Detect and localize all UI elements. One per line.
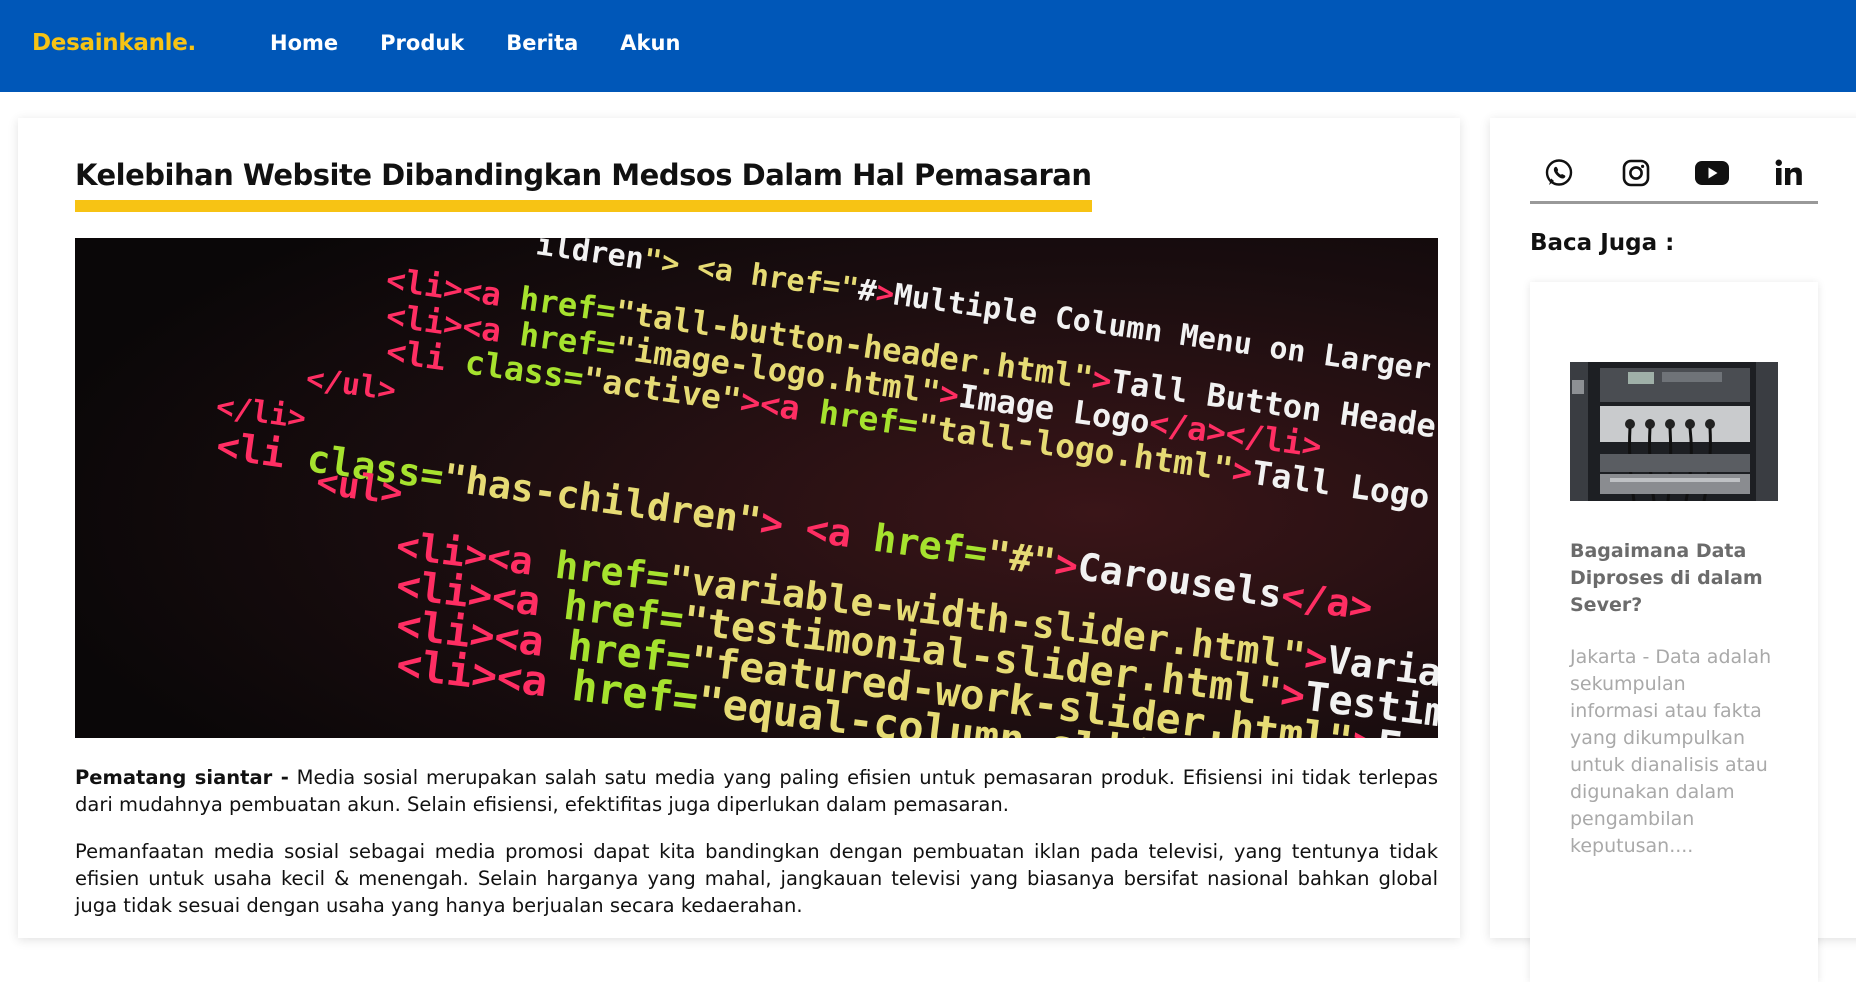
nav-akun[interactable]: Akun: [620, 31, 680, 55]
sidebar: Baca Juga : Bagaimana Data Diproses di d…: [1490, 118, 1856, 982]
related-article-thumbnail[interactable]: [1570, 362, 1778, 501]
nav-home[interactable]: Home: [270, 31, 338, 55]
paragraph-1: Pematang siantar - Media sosial merupaka…: [75, 764, 1438, 818]
code-screen-image: ildren"> <a href="#>Multiple Column Menu…: [75, 238, 1438, 738]
dateline: Pematang siantar -: [75, 766, 289, 789]
related-article-card[interactable]: Bagaimana Data Diproses di dalam Sever? …: [1530, 282, 1818, 982]
whatsapp-icon[interactable]: [1542, 156, 1576, 190]
linkedin-icon[interactable]: [1772, 156, 1806, 190]
article-body: Pematang siantar - Media sosial merupaka…: [75, 764, 1438, 939]
nav-menu: Home Produk Berita Akun: [270, 31, 722, 55]
article-title: Kelebihan Website Dibandingkan Medsos Da…: [75, 158, 1092, 212]
brand-logo[interactable]: Desainkanle.: [32, 30, 196, 56]
related-heading: Baca Juga :: [1530, 230, 1675, 256]
nav-berita[interactable]: Berita: [506, 31, 578, 55]
nav-produk[interactable]: Produk: [380, 31, 464, 55]
instagram-icon[interactable]: [1619, 156, 1653, 190]
youtube-icon[interactable]: [1695, 156, 1730, 190]
article-card: Kelebihan Website Dibandingkan Medsos Da…: [18, 118, 1460, 938]
top-navbar: Desainkanle. Home Produk Berita Akun: [0, 0, 1856, 92]
social-links: [1530, 156, 1818, 204]
paragraph-2: Pemanfaatan media sosial sebagai media p…: [75, 840, 1438, 917]
related-article-title[interactable]: Bagaimana Data Diproses di dalam Sever?: [1570, 538, 1778, 619]
related-article-excerpt: Jakarta - Data adalah sekumpulan informa…: [1570, 646, 1772, 857]
article-hero-image: ildren"> <a href="#>Multiple Column Menu…: [75, 238, 1438, 738]
